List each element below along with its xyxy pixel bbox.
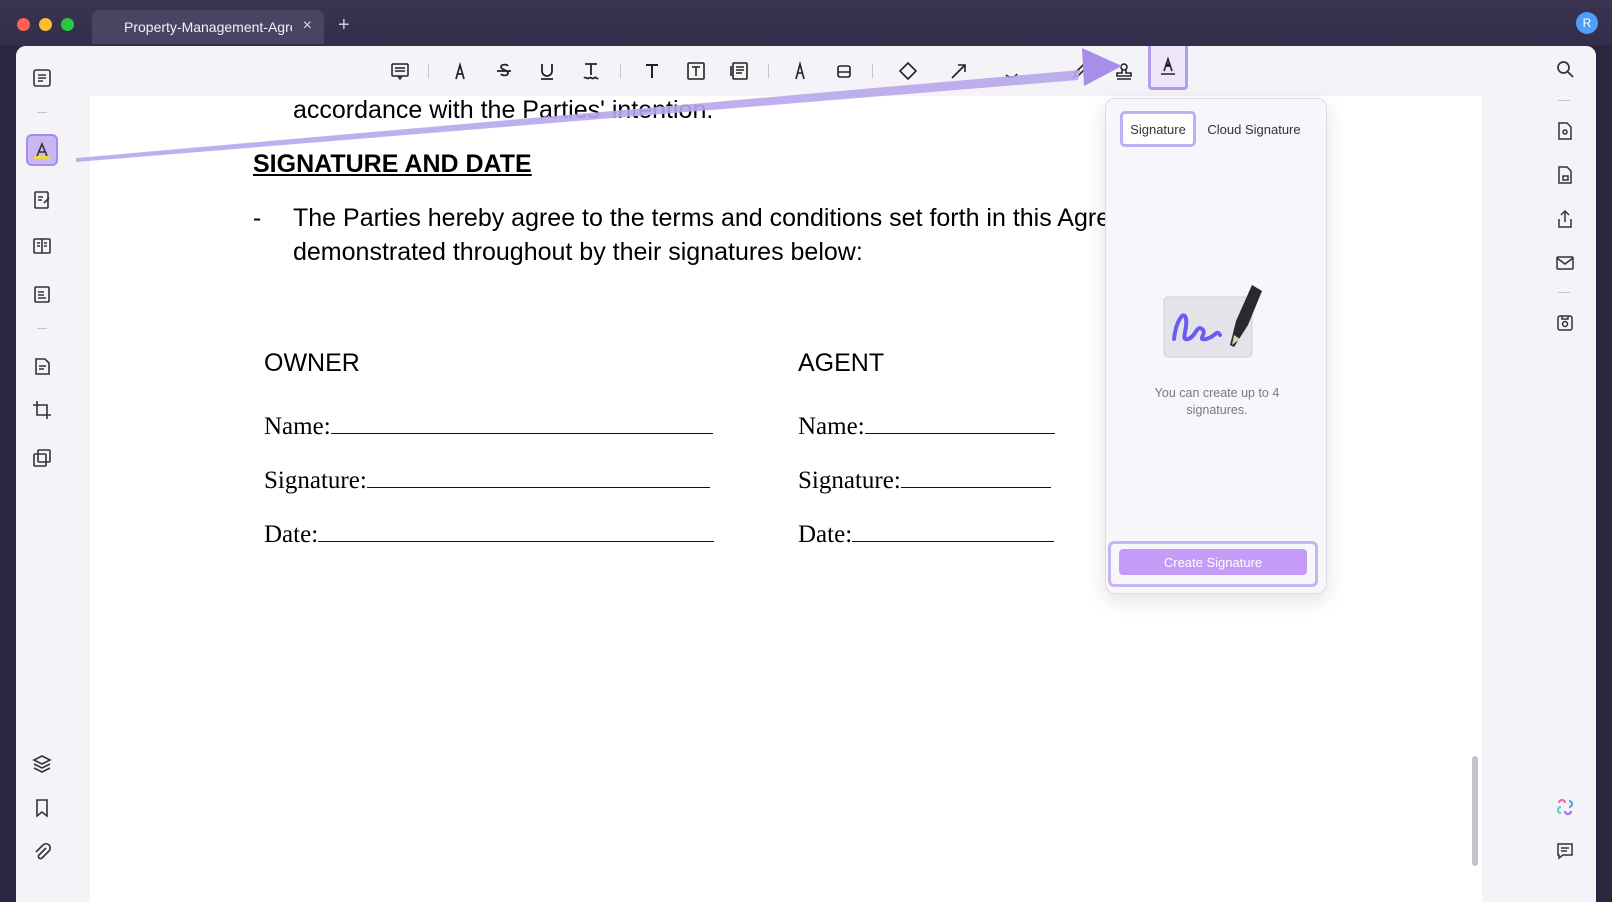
arrow-tool-icon[interactable]	[944, 56, 974, 86]
stamp-icon[interactable]	[1109, 56, 1139, 86]
vertical-scrollbar[interactable]	[1472, 756, 1478, 866]
pencil-icon[interactable]	[785, 56, 815, 86]
owner-date-field[interactable]: Date:	[264, 520, 715, 549]
bullet-dash: -	[253, 204, 262, 232]
highlight-icon[interactable]	[445, 56, 475, 86]
tab-signature[interactable]: Signature	[1120, 111, 1196, 147]
search-icon[interactable]	[1550, 54, 1580, 84]
strikethrough-icon[interactable]	[489, 56, 519, 86]
agent-date-field[interactable]: Date:	[798, 520, 1055, 549]
new-tab-button[interactable]: +	[338, 14, 350, 37]
left-sidebar	[16, 46, 68, 902]
owner-signature-label: Signature:	[264, 467, 367, 494]
batch-tools-icon[interactable]	[26, 442, 58, 474]
zoom-window-button[interactable]	[61, 18, 74, 31]
comments-panel-icon[interactable]	[1550, 836, 1580, 866]
form-tools-icon[interactable]	[26, 278, 58, 310]
annotation-toolbar	[68, 46, 1536, 96]
minimize-window-button[interactable]	[39, 18, 52, 31]
doc-text-line: accordance with the Parties' intention.	[293, 96, 714, 124]
bookmark-icon[interactable]	[26, 792, 58, 824]
text-icon[interactable]	[637, 56, 667, 86]
owner-name-field[interactable]: Name:	[264, 412, 713, 441]
right-sidebar	[1536, 46, 1596, 902]
create-signature-highlight: Create Signature	[1108, 541, 1318, 587]
attachment-tool-icon[interactable]	[1065, 56, 1095, 86]
tab-close-icon[interactable]: ×	[303, 17, 312, 35]
edit-pdf-icon[interactable]	[26, 184, 58, 216]
share-icon[interactable]	[1550, 204, 1580, 234]
layers-icon[interactable]	[26, 748, 58, 780]
comment-note-icon[interactable]	[385, 56, 415, 86]
eraser-icon[interactable]	[829, 56, 859, 86]
user-avatar[interactable]: R	[1576, 12, 1598, 34]
attachment-icon[interactable]	[26, 836, 58, 868]
create-signature-button[interactable]: Create Signature	[1119, 549, 1307, 575]
lasso-icon[interactable]	[997, 56, 1027, 86]
document-tab-title: Property-Management-Agreement	[124, 19, 292, 35]
reader-mode-icon[interactable]	[26, 62, 58, 94]
section-heading: SIGNATURE AND DATE	[253, 150, 532, 178]
underline-icon[interactable]	[532, 56, 562, 86]
title-bar: Property-Management-Agreement × + R	[0, 0, 1612, 46]
agent-name-field[interactable]: Name:	[798, 412, 1055, 441]
signature-tool-icon[interactable]	[1148, 46, 1188, 90]
owner-name-label: Name:	[264, 413, 331, 440]
ai-assistant-icon[interactable]	[1550, 792, 1580, 822]
squiggly-icon[interactable]	[576, 56, 606, 86]
email-icon[interactable]	[1550, 248, 1580, 278]
owner-signature-field[interactable]: Signature:	[264, 466, 710, 495]
paragraph-line-2: demonstrated throughout by their signatu…	[293, 238, 863, 266]
organize-pages-icon[interactable]	[26, 230, 58, 262]
shape-icon[interactable]	[893, 56, 923, 86]
owner-date-label: Date:	[264, 521, 319, 548]
app-window: accordance with the Parties' intention. …	[16, 46, 1596, 902]
close-window-button[interactable]	[17, 18, 30, 31]
text-callout-icon[interactable]	[724, 56, 754, 86]
signature-illustration-icon	[1163, 285, 1262, 358]
agent-name-label: Name:	[798, 413, 865, 440]
owner-title: OWNER	[264, 349, 360, 377]
crop-icon[interactable]	[26, 394, 58, 426]
text-box-icon[interactable]	[681, 56, 711, 86]
agent-title: AGENT	[798, 349, 885, 377]
signature-limit-message: You can create up to 4 signatures.	[1154, 386, 1280, 417]
save-icon[interactable]	[1550, 308, 1580, 338]
protect-pdf-icon[interactable]	[1550, 160, 1580, 190]
comment-mode-icon[interactable]	[26, 134, 58, 166]
tab-cloud-signature[interactable]: Cloud Signature	[1198, 111, 1310, 147]
agent-date-label: Date:	[798, 521, 853, 548]
page-tools-icon[interactable]	[26, 350, 58, 382]
signature-popover: Signature Cloud Signature You can create…	[1105, 98, 1327, 594]
agent-signature-field[interactable]: Signature:	[798, 466, 1051, 495]
document-tab[interactable]: Property-Management-Agreement ×	[92, 10, 324, 44]
agent-signature-label: Signature:	[798, 467, 901, 494]
convert-pdf-icon[interactable]	[1550, 116, 1580, 146]
